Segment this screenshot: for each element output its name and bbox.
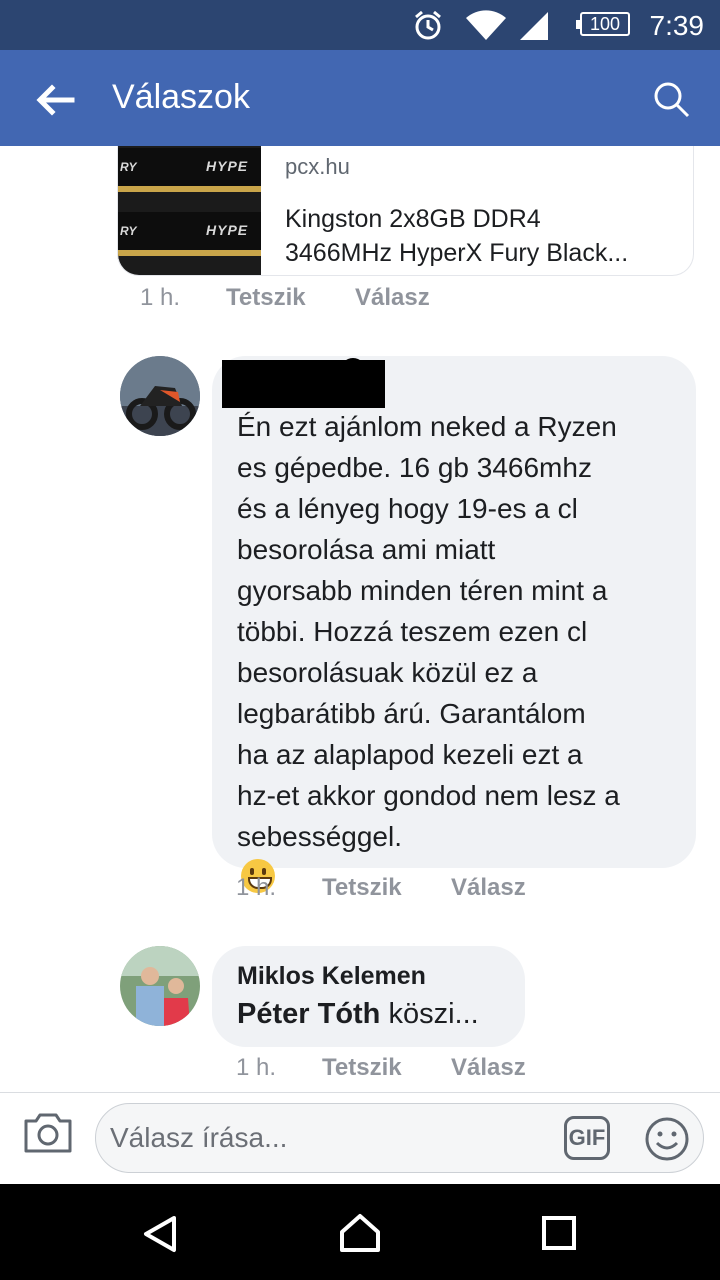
status-bar: 100 7:39 [0, 0, 720, 50]
page-title: Válaszok [112, 78, 250, 116]
timestamp: 1 h. [236, 1054, 277, 1081]
gif-icon[interactable]: GIF [564, 1116, 610, 1160]
comment-author[interactable]: Miklos Kelemen [237, 962, 426, 991]
nav-back-icon[interactable] [140, 1214, 180, 1254]
battery-level: 100 [589, 14, 621, 34]
battery-icon: 100 [576, 12, 630, 36]
mention-link[interactable]: Péter Tóth [237, 998, 380, 1030]
reply-placeholder: Válasz írása... [110, 1122, 288, 1153]
avatar[interactable] [120, 946, 200, 1026]
couple-avatar-image [120, 946, 200, 1026]
status-time: 7:39 [649, 10, 705, 41]
back-arrow-icon[interactable] [30, 78, 78, 122]
redacted-author-name [340, 358, 366, 384]
reply-button[interactable]: Válasz [355, 284, 430, 312]
link-thumbnail: RY HYPE RY HYPE [118, 146, 261, 275]
signal-icon [520, 12, 548, 40]
system-nav-bar [0, 1184, 720, 1280]
comment-text: Péter Tóth köszi... [237, 998, 479, 1030]
reply-button[interactable]: Válasz [451, 1054, 526, 1082]
like-button[interactable]: Tetszik [322, 1054, 402, 1082]
timestamp: 1 h. [140, 284, 181, 311]
ram-image: RY HYPE [118, 148, 261, 192]
app-bar: Válaszok [0, 50, 720, 146]
reply-composer: Válasz írása... GIF [0, 1092, 720, 1185]
reply-input[interactable]: Válasz írása... GIF [95, 1103, 704, 1173]
motorcycle-avatar-image [120, 356, 200, 436]
ram-image: RY HYPE [118, 212, 261, 256]
avatar[interactable] [120, 356, 200, 436]
like-button[interactable]: Tetszik [226, 284, 306, 312]
nav-home-icon[interactable] [338, 1212, 382, 1254]
comment-text: Én ezt ajánlom neked a Ryzen es gépedbe.… [237, 406, 682, 898]
link-domain: pcx.hu [285, 154, 350, 179]
link-title[interactable]: Kingston 2x8GB DDR4 3466MHz HyperX Fury … [285, 202, 680, 270]
camera-icon[interactable] [22, 1111, 74, 1155]
nav-recent-icon[interactable] [542, 1216, 576, 1250]
search-icon[interactable] [648, 76, 696, 124]
timestamp: 1 h. [236, 874, 277, 901]
alarm-icon [415, 10, 441, 40]
link-preview-card[interactable]: RY HYPE RY HYPE pcx.hu Kingston 2x8GB DD… [117, 146, 694, 276]
like-button[interactable]: Tetszik [322, 874, 402, 902]
emoji-icon[interactable] [644, 1116, 690, 1162]
wifi-icon [466, 10, 506, 40]
reply-button[interactable]: Válasz [451, 874, 526, 902]
